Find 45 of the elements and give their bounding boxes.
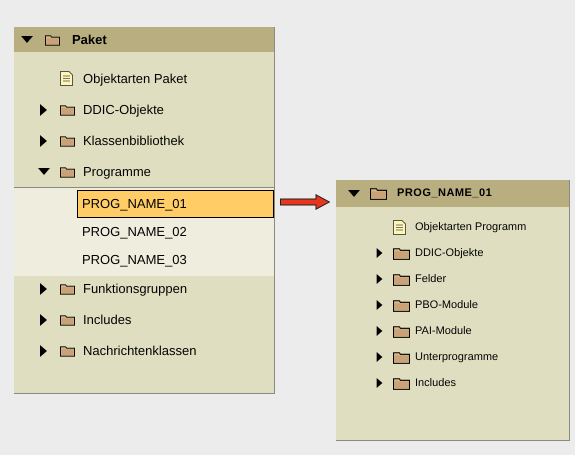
panel-title: PROG_NAME_01 bbox=[397, 186, 492, 202]
folder-icon bbox=[60, 282, 75, 294]
folder-icon bbox=[60, 314, 75, 326]
tree-item[interactable]: Objektarten Paket bbox=[83, 68, 188, 88]
tree-item[interactable]: PROG_NAME_02 bbox=[77, 218, 274, 246]
tree-item[interactable]: Programme bbox=[83, 162, 151, 182]
folder-icon bbox=[60, 344, 75, 356]
tree-item[interactable]: DDIC-Objekte bbox=[83, 100, 164, 120]
tree-item[interactable]: Klassenbibliothek bbox=[83, 130, 184, 150]
arrow-icon bbox=[280, 194, 330, 210]
tree-item[interactable]: PROG_NAME_01 bbox=[77, 190, 274, 218]
expand-triangle-icon[interactable] bbox=[375, 326, 385, 336]
tree-item[interactable]: Nachrichtenklassen bbox=[83, 340, 196, 360]
tree-item[interactable]: Felder bbox=[415, 270, 446, 288]
folder-icon bbox=[393, 272, 410, 286]
tree-item[interactable]: PROG_NAME_03 bbox=[77, 246, 274, 274]
collapse-triangle-icon[interactable] bbox=[38, 166, 50, 178]
folder-icon bbox=[393, 376, 410, 390]
tree-item[interactable]: Includes bbox=[415, 374, 456, 392]
folder-icon bbox=[60, 104, 75, 116]
folder-icon bbox=[393, 246, 410, 260]
tree-item[interactable]: Funktionsgruppen bbox=[83, 278, 188, 298]
tree-item[interactable]: PBO-Module bbox=[415, 296, 478, 314]
tree-item[interactable]: Includes bbox=[83, 310, 132, 330]
tree-item[interactable]: Unterprogramme bbox=[415, 348, 498, 366]
document-icon bbox=[393, 220, 406, 234]
expand-triangle-icon[interactable] bbox=[375, 300, 385, 310]
collapse-triangle-icon[interactable] bbox=[21, 34, 33, 46]
expand-triangle-icon[interactable] bbox=[375, 274, 385, 284]
folder-icon bbox=[393, 298, 410, 312]
folder-icon bbox=[60, 166, 75, 178]
folder-icon bbox=[393, 350, 410, 364]
panel-title: Paket bbox=[72, 30, 107, 49]
tree-item[interactable]: PAI-Module bbox=[415, 322, 472, 340]
expand-triangle-icon[interactable] bbox=[375, 352, 385, 362]
folder-icon bbox=[393, 324, 410, 338]
collapse-triangle-icon[interactable] bbox=[348, 188, 360, 200]
folder-icon bbox=[60, 134, 75, 146]
tree-item[interactable]: Objektarten Programm bbox=[415, 218, 526, 236]
folder-icon bbox=[45, 34, 60, 46]
expand-triangle-icon[interactable] bbox=[375, 378, 385, 388]
tree-item[interactable]: DDIC-Objekte bbox=[415, 244, 484, 262]
document-icon bbox=[60, 71, 73, 86]
folder-icon bbox=[370, 187, 387, 200]
expand-triangle-icon[interactable] bbox=[375, 248, 385, 258]
